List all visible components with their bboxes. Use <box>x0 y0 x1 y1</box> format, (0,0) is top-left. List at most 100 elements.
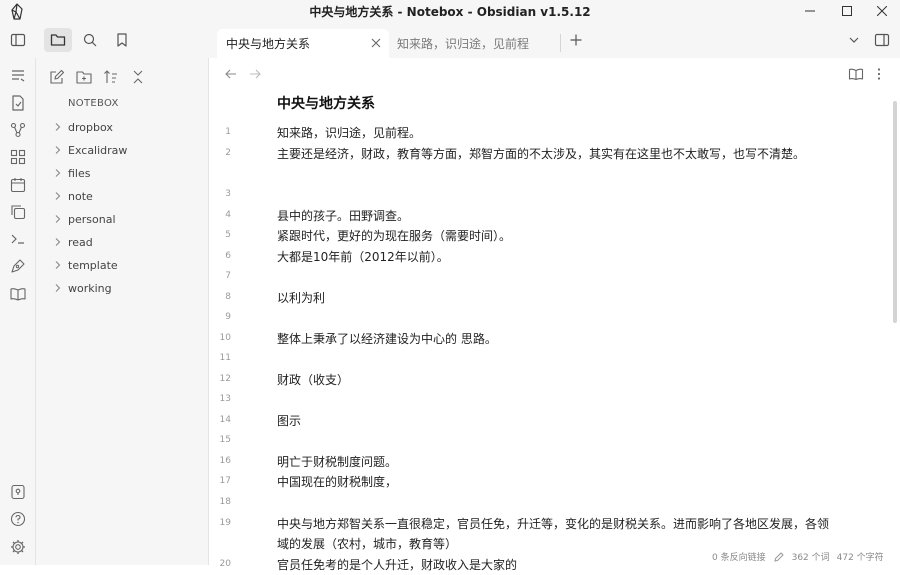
editor-line[interactable]: 5 紧跟时代，更好的为现在服务（需要时间）。 <box>209 226 869 246</box>
line-number: 7 <box>225 271 231 281</box>
arrow-left-icon <box>225 69 236 79</box>
new-note-button[interactable] <box>48 68 66 86</box>
ribbon <box>0 58 36 565</box>
backlinks-count[interactable]: 0 条反向链接 <box>712 550 766 563</box>
arrow-right-icon <box>250 69 261 79</box>
new-tab-button[interactable] <box>562 28 590 52</box>
note-title[interactable]: 中央与地方关系 <box>277 93 375 113</box>
list-icon <box>12 70 25 82</box>
sort-button[interactable] <box>102 68 120 86</box>
sort-icon <box>104 70 117 83</box>
ribbon-button-quick-switch[interactable] <box>9 67 27 85</box>
collapse-all-button[interactable] <box>129 68 147 86</box>
editor-line[interactable]: 19 中央与地方郑智关系一直很稳定，官员任免，升迁等，变化的是财税关系。进而影响了… <box>209 514 869 551</box>
line-number: 17 <box>219 476 231 486</box>
tab-list-button[interactable] <box>840 28 868 52</box>
ribbon-button-settings[interactable] <box>9 538 27 556</box>
editor-line[interactable]: 6 大都是10年前（2012年以前）。 <box>209 247 869 267</box>
folder-label: read <box>68 235 93 249</box>
reading-view-button[interactable] <box>848 66 864 82</box>
tab-label: 知来路，识归途，见前程 <box>397 37 530 51</box>
folder-dropbox[interactable]: dropbox <box>52 117 113 137</box>
line-text: 主要还是经济，财政，教育等方面，郑智方面的不太涉及，其实有在这里也不太敢写，也写… <box>277 147 806 161</box>
vault-name: NOTEBOX <box>68 98 119 109</box>
editor-line[interactable]: 18 <box>209 493 869 513</box>
folder-read[interactable]: read <box>52 232 93 252</box>
folder-label: dropbox <box>68 120 113 134</box>
editor-scrollbar[interactable] <box>893 101 897 323</box>
new-folder-button[interactable] <box>75 68 93 86</box>
chevron-right-icon <box>55 192 61 200</box>
forward-button[interactable] <box>247 66 263 82</box>
line-number: 19 <box>219 518 231 528</box>
editor-line[interactable]: 4 县中的孩子。田野调查。 <box>209 206 869 226</box>
folder-plus-icon <box>76 71 92 84</box>
editor-line[interactable]: 14 图示 <box>209 411 869 431</box>
ribbon-button-excalidraw[interactable] <box>9 257 27 275</box>
line-text: 图示 <box>277 414 302 428</box>
line-number: 10 <box>219 333 231 343</box>
line-number: 15 <box>219 435 231 445</box>
tab-inactive[interactable]: 知来路，识归途，见前程 <box>389 29 557 58</box>
editor-line[interactable]: 8 以利为利 <box>209 288 869 308</box>
folder-excalidraw[interactable]: Excalidraw <box>52 140 127 160</box>
back-button[interactable] <box>223 66 239 82</box>
editor-line[interactable]: 16 明亡于财税制度问题。 <box>209 452 869 472</box>
gear-icon <box>11 540 25 554</box>
ribbon-button-command-palette[interactable] <box>9 230 27 248</box>
ribbon-button-help[interactable] <box>9 510 27 528</box>
ribbon-button-vault-switcher[interactable] <box>9 483 27 501</box>
editor-line[interactable]: 9 <box>209 308 869 328</box>
line-number: 14 <box>219 415 231 425</box>
maximize-button[interactable] <box>829 0 865 22</box>
files-view-button[interactable] <box>44 28 72 52</box>
editor-pane: 中央与地方关系 1 知来路，识归途，见前程。 2 主要还是经济，财政，教育等方面，郑… <box>209 58 900 572</box>
editor-line[interactable]: 13 <box>209 390 869 410</box>
pen-tool-icon <box>11 259 25 273</box>
folder-label: personal <box>68 212 116 226</box>
editor-line[interactable]: 15 <box>209 431 869 451</box>
ribbon-button-canvas[interactable] <box>9 148 27 166</box>
window-title: 中央与地方关系 - Notebox - Obsidian v1.5.12 <box>309 5 591 19</box>
bookmarks-view-button[interactable] <box>108 28 136 52</box>
folder-label: note <box>68 189 93 203</box>
graph-icon <box>10 122 26 138</box>
line-text: 知来路，识归途，见前程。 <box>277 126 422 140</box>
tab-active[interactable]: 中央与地方关系 <box>217 29 389 58</box>
folder-note[interactable]: note <box>52 186 93 206</box>
toggle-left-sidebar-button[interactable] <box>4 28 32 52</box>
editor-line[interactable]: 17 中国现在的财税制度， <box>209 472 869 492</box>
editor-line[interactable]: 3 <box>209 185 869 205</box>
bookmark-icon <box>117 33 127 47</box>
folder-template[interactable]: template <box>52 255 118 275</box>
folder-files[interactable]: files <box>52 163 90 183</box>
character-count: 472 个字符 <box>836 553 884 563</box>
folder-personal[interactable]: personal <box>52 209 116 229</box>
folder-working[interactable]: working <box>52 278 112 298</box>
editor-line[interactable]: 11 <box>209 349 869 369</box>
close-tab-icon[interactable] <box>369 36 383 50</box>
more-vertical-icon <box>877 68 881 80</box>
more-options-button[interactable] <box>871 66 887 82</box>
close-window-button[interactable] <box>864 0 900 22</box>
editor-line[interactable]: 1 知来路，识归途，见前程。 <box>209 123 869 143</box>
minimize-button[interactable] <box>792 0 828 22</box>
sidebar-left-icon <box>10 33 26 47</box>
editor-line[interactable]: 12 财政（收支） <box>209 370 869 390</box>
editor-line[interactable]: 2 主要还是经济，财政，教育等方面，郑智方面的不太涉及，其实有在这里也不太敢写，也… <box>209 144 869 164</box>
ribbon-button-graph[interactable] <box>9 121 27 139</box>
word-count: 362 个词 <box>791 553 830 563</box>
ribbon-button-calendar[interactable] <box>9 176 27 194</box>
search-view-button[interactable] <box>76 28 104 52</box>
toggle-right-sidebar-button[interactable] <box>868 28 896 52</box>
ribbon-button-templates[interactable] <box>9 203 27 221</box>
editor-line[interactable]: 10 整体上秉承了以经济建设为中心的 思路。 <box>209 329 869 349</box>
pencil-icon[interactable] <box>773 551 785 563</box>
ribbon-button-reading[interactable] <box>9 285 27 303</box>
line-number: 5 <box>225 230 231 240</box>
ribbon-button-daily-note[interactable] <box>9 94 27 112</box>
tab-label: 中央与地方关系 <box>226 37 311 51</box>
tab-separator <box>560 34 561 52</box>
editor-line[interactable]: 7 <box>209 267 869 287</box>
vault-icon <box>11 484 25 500</box>
